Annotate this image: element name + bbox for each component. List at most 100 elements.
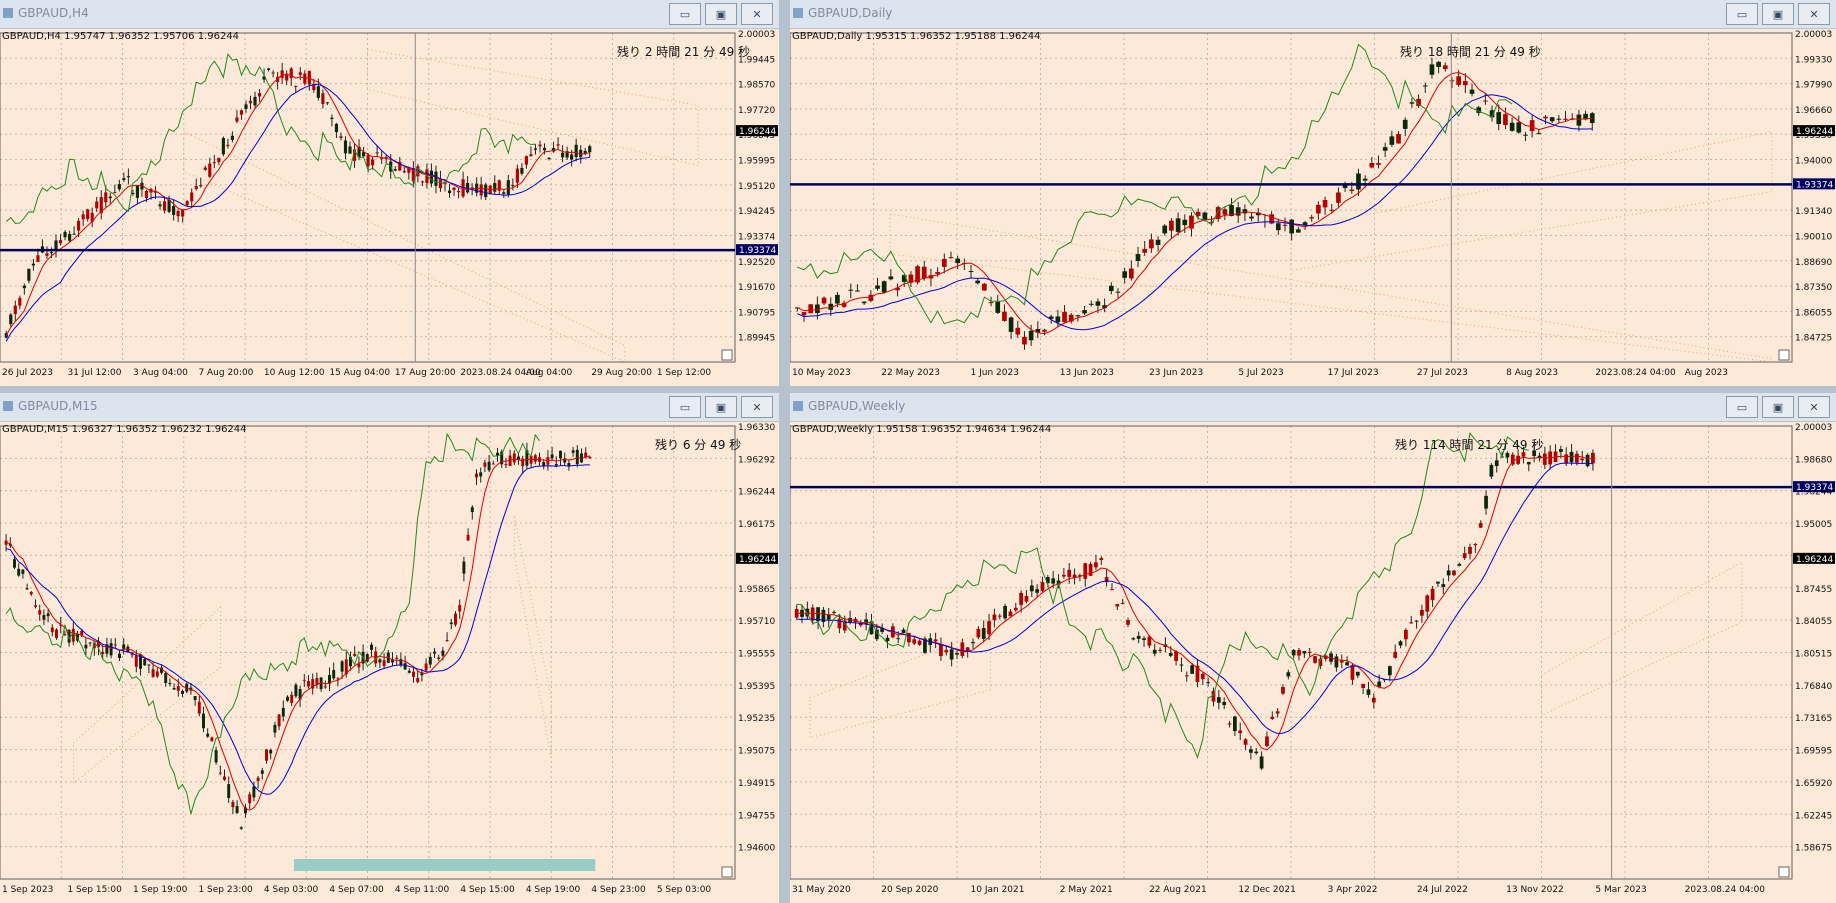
minimize-button[interactable]: ▭ xyxy=(669,396,701,418)
x-axis-tick: 4 Sep 15:00 xyxy=(460,885,515,895)
y-axis-tick: 1.95005 xyxy=(1795,520,1832,530)
minimize-button[interactable]: ▭ xyxy=(669,3,701,25)
x-axis-tick: 31 Jul 12:00 xyxy=(67,368,121,378)
candle-body xyxy=(524,156,528,165)
candle-body xyxy=(1396,134,1401,144)
candle-body xyxy=(210,737,214,742)
chart-canvas[interactable]: 2.000031.993301.979901.966601.953301.940… xyxy=(790,29,1836,386)
x-axis-tick: 22 May 2023 xyxy=(881,368,940,378)
candle-body xyxy=(49,252,54,254)
candle-body xyxy=(1149,239,1154,249)
title-bar[interactable]: GBPAUD,H4 ▭ ▣ ✕ xyxy=(0,0,779,29)
candle-body xyxy=(38,610,42,615)
candle-body xyxy=(416,678,420,683)
y-axis-tick: 1.94600 xyxy=(738,844,775,854)
svg-text:1.93374: 1.93374 xyxy=(1796,483,1833,493)
candle-body xyxy=(1569,451,1574,463)
candle-body xyxy=(194,186,198,190)
chart-canvas[interactable]: 2.00003 1.98680 1.96244 1.95005 1.93374 1.874… xyxy=(790,422,1836,903)
candle-body xyxy=(197,701,201,714)
candle-body xyxy=(203,167,207,171)
close-button[interactable]: ✕ xyxy=(1798,396,1830,418)
candle-body xyxy=(244,104,248,109)
restore-button[interactable]: ▣ xyxy=(705,3,737,25)
candle-body xyxy=(1075,315,1081,317)
candle-body xyxy=(1286,672,1291,677)
candle-body xyxy=(944,649,949,653)
candle-body xyxy=(280,70,284,78)
candle-body xyxy=(1062,311,1067,323)
candle-body xyxy=(588,146,592,153)
candle-body xyxy=(95,201,99,209)
candle-body xyxy=(1516,122,1522,133)
close-button[interactable]: ✕ xyxy=(741,396,773,418)
candle-body xyxy=(1473,543,1478,546)
price-badge: 1.96244 xyxy=(736,125,778,137)
restore-button[interactable]: ▣ xyxy=(1762,396,1794,418)
minimize-button[interactable]: ▭ xyxy=(1726,396,1758,418)
candle-body xyxy=(1083,563,1088,579)
candle-body xyxy=(1420,609,1424,616)
y-axis-tick: 1.65920 xyxy=(1795,779,1832,789)
y-axis-tick: 1.95710 xyxy=(738,617,775,627)
candle-body xyxy=(316,86,320,98)
candle-body xyxy=(395,657,399,659)
candle-body xyxy=(1289,219,1294,234)
candle-body xyxy=(176,211,180,217)
candle-body xyxy=(1457,563,1462,566)
minimize-button[interactable]: ▭ xyxy=(1726,3,1758,25)
candle-body xyxy=(21,569,25,574)
title-bar[interactable]: GBPAUD,M15 ▭ ▣ ✕ xyxy=(0,393,779,422)
tenkan-sen-line xyxy=(796,455,1593,751)
restore-button[interactable]: ▣ xyxy=(1762,3,1794,25)
candle-body xyxy=(1254,751,1259,754)
candle-body xyxy=(1088,303,1094,305)
candle-body xyxy=(1430,588,1435,601)
candle-body xyxy=(1055,316,1061,323)
candle-body xyxy=(339,136,343,138)
title-bar[interactable]: GBPAUD,Daily ▭ ▣ ✕ xyxy=(790,0,1836,29)
candle-body xyxy=(1099,558,1104,561)
window-splitter[interactable] xyxy=(0,386,1836,393)
restore-button[interactable]: ▣ xyxy=(705,396,737,418)
candle-body xyxy=(181,690,184,694)
window-splitter[interactable] xyxy=(779,0,790,903)
candle-body xyxy=(1249,216,1254,219)
candle-body xyxy=(433,651,436,654)
candle-body xyxy=(1249,749,1253,753)
close-button[interactable]: ✕ xyxy=(1798,3,1830,25)
candle-body xyxy=(403,663,407,670)
candle-body xyxy=(1556,118,1562,120)
candle-body xyxy=(193,696,197,701)
candle-body xyxy=(520,167,524,174)
candle-body xyxy=(1110,589,1114,591)
candle-body xyxy=(1265,736,1269,747)
candle-body xyxy=(330,117,334,119)
y-axis-tick: 1.95865 xyxy=(738,585,775,595)
kijun-sen-line xyxy=(5,464,590,795)
candle-body xyxy=(1389,136,1395,145)
y-axis-tick: 1.76840 xyxy=(1795,682,1832,692)
price-chart-h4[interactable]: 2.00003 1.99445 1.98570 1.97720 1.96845 1.959… xyxy=(0,29,779,386)
candle-body xyxy=(1469,89,1475,94)
candle-body xyxy=(437,657,441,659)
chart-canvas[interactable]: 2.000031.994451.985701.977201.968451.959… xyxy=(0,29,779,386)
candle-body xyxy=(1376,163,1381,165)
title-bar[interactable]: GBPAUD,Weekly ▭ ▣ ✕ xyxy=(790,393,1836,422)
price-chart-weekly[interactable]: 2.00003 1.98680 1.96244 1.95005 1.93374 1.874… xyxy=(790,422,1836,903)
candle-body xyxy=(971,642,975,644)
price-chart-m15[interactable]: 1.963301.962921.962441.961751.960201.958… xyxy=(0,422,779,903)
candle-body xyxy=(1336,192,1341,203)
candle-body xyxy=(1152,649,1157,654)
candle-body xyxy=(1489,464,1494,477)
y-axis-tick: 1.94000 xyxy=(1795,157,1832,167)
price-chart-daily[interactable]: 2.00003 1.99330 1.97990 1.96660 1.95330 1.940… xyxy=(790,29,1836,386)
candle-body xyxy=(1366,689,1371,695)
candle-body xyxy=(832,611,836,613)
candle-body xyxy=(1227,723,1232,725)
candle-body xyxy=(896,638,901,640)
close-button[interactable]: ✕ xyxy=(741,3,773,25)
candle-body xyxy=(810,607,815,621)
candle-body xyxy=(181,210,185,217)
chart-canvas[interactable]: 1.963301.962921.962441.961751.960201.958… xyxy=(0,422,779,903)
